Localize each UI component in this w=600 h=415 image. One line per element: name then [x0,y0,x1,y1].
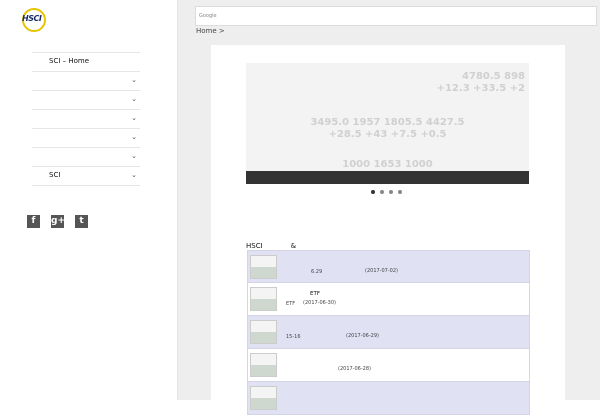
slider-dots [371,190,402,194]
ticker-row: +28.5 +43 +7.5 +0.5 [328,129,447,140]
ticker-row: 3495.0 1957 1805.5 4427.5 [310,117,465,128]
chevron-down-icon[interactable]: ⌄ [131,91,137,108]
sidebar-nav: SCI – Home ⌄ ⌄ ⌄ ⌄ ⌄ SCI ⌄ [32,52,140,186]
google-plus-icon[interactable]: g+ [51,215,65,228]
post-title[interactable] [277,257,415,265]
slider-dot[interactable] [398,190,402,194]
search-placeholder [222,11,270,22]
ticker-row: 4780.5 898 [462,71,525,82]
image-slider[interactable]: 4780.5 898 +12.3 +33.5 +2 3495.0 1957 18… [246,63,529,184]
nav-label [35,76,56,84]
chevron-down-icon[interactable]: ⌄ [131,72,137,89]
post-thumbnail[interactable] [250,320,277,344]
tumblr-icon[interactable]: t [75,215,88,228]
post-list: 6.29 (2017-07-02) ETF ETF (2017-06-30) 1… [247,250,530,415]
post-thumbnail[interactable] [250,386,277,410]
nav-label [35,114,91,122]
chevron-down-icon[interactable]: ⌄ [131,129,137,146]
ticker-row: +12.3 +33.5 +2 [436,83,525,94]
list-item[interactable]: (2017-06-28) [247,349,530,382]
nav-label: SCI [35,171,89,179]
nav-item-1[interactable]: ⌄ [32,71,140,90]
nav-label [35,152,91,160]
post-title[interactable] [277,355,332,363]
social-links: f g+ t [27,215,88,228]
slider-dot[interactable] [380,190,384,194]
nav-item-home[interactable]: SCI – Home [32,52,140,71]
slider-dot[interactable] [371,190,375,194]
post-date: (2017-06-29) [346,333,379,339]
ticker-row: 1000 1653 1000 [342,159,433,170]
list-item[interactable]: 6.29 (2017-07-02) [247,250,530,283]
chevron-down-icon[interactable]: ⌄ [131,148,137,165]
nav-item-3[interactable]: ⌄ [32,109,140,128]
slider-dot[interactable] [389,190,393,194]
slider-caption[interactable] [246,171,529,184]
post-meta: ETF [281,301,296,307]
nav-item-2[interactable]: ⌄ [32,90,140,109]
list-item[interactable]: ETF ETF (2017-06-30) [247,283,530,316]
nav-item-4[interactable]: ⌄ [32,128,140,147]
search-input[interactable]: Google [195,6,597,26]
nav-label [35,95,91,103]
list-item[interactable] [247,382,530,415]
post-title[interactable]: ETF [277,289,386,297]
nav-item-5[interactable]: ⌄ [32,147,140,166]
sidebar: HSCI SCI – Home ⌄ ⌄ ⌄ ⌄ ⌄ SCI ⌄ f g+ t [0,0,178,400]
nav-item-6[interactable]: SCI ⌄ [32,166,140,186]
post-thumbnail[interactable] [250,255,277,279]
chevron-down-icon[interactable]: ⌄ [131,167,137,184]
post-date: (2017-06-28) [338,366,371,372]
post-date: (2017-07-02) [365,268,398,274]
post-date: (2017-06-30) [303,300,336,306]
nav-label: SCI – Home [35,57,90,65]
post-thumbnail[interactable] [250,287,277,311]
logo[interactable]: HSCI [22,14,42,23]
facebook-icon[interactable]: f [27,215,40,228]
post-title[interactable] [277,388,409,396]
breadcrumb[interactable]: Home > [196,27,225,35]
post-title[interactable] [277,322,426,330]
nav-label [35,133,56,141]
google-label: Google [199,13,217,19]
post-meta: 6.29 [281,269,323,275]
chevron-down-icon[interactable]: ⌄ [131,110,137,127]
post-thumbnail[interactable] [250,353,277,377]
list-item[interactable]: 15-16 (2017-06-29) [247,316,530,349]
post-meta: 15-16 [281,334,301,340]
